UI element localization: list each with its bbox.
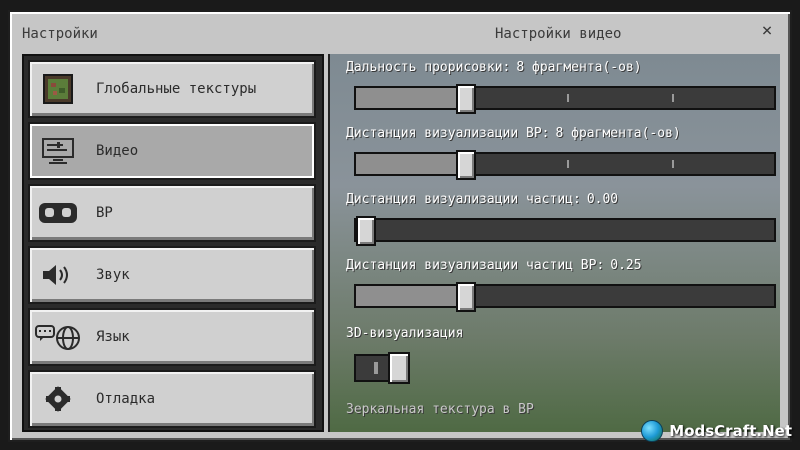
- watermark-text: ModsCraft.Net: [669, 422, 792, 440]
- gear-icon: [30, 371, 86, 427]
- slider-thumb[interactable]: [456, 84, 476, 114]
- render-3d-label: 3D-визуализация: [346, 326, 464, 341]
- sidebar-item-global-textures[interactable]: Глобальные текстуры: [28, 60, 316, 118]
- vr-render-distance-label: Дистанция визуализации ВР: 8 фрагмента(-о…: [346, 126, 681, 141]
- vr-particle-distance-label: Дистанция визуализации частиц ВР: 0.25: [346, 258, 642, 273]
- toggle-indicator: [374, 362, 378, 374]
- render-distance-label: Дальность прорисовки: 8 фрагмента(-ов): [346, 60, 642, 75]
- vr-particle-distance-slider[interactable]: [354, 282, 776, 312]
- globe-logo-icon: [641, 420, 664, 442]
- render-distance-title: Дальность прорисовки:: [346, 60, 511, 75]
- slider-tick: [567, 94, 569, 102]
- vr-render-distance-value: 8 фрагмента(-ов): [555, 126, 681, 141]
- render-distance-value: 8 фрагмента(-ов): [516, 60, 642, 75]
- sidebar-item-label: Отладка: [96, 391, 156, 407]
- sidebar-item-label: ВР: [96, 205, 113, 221]
- video-settings-title: Настройки видео: [495, 26, 622, 42]
- sidebar-item-label: Видео: [96, 143, 139, 159]
- mirror-texture-label: Зеркальная текстура в ВР: [346, 402, 534, 417]
- vr-particle-distance-title: Дистанция визуализации частиц ВР:: [346, 258, 605, 273]
- vr-goggles-icon: [30, 185, 86, 241]
- sidebar-item-label: Звук: [96, 267, 130, 283]
- slider-tick: [672, 160, 674, 168]
- particle-distance-slider[interactable]: [354, 216, 776, 246]
- watermark: ModsCraft.Net: [641, 420, 792, 442]
- sidebar-item-video[interactable]: Видео: [28, 122, 316, 180]
- slider-fill: [356, 286, 466, 306]
- toggle-knob[interactable]: [388, 352, 410, 384]
- slider-thumb[interactable]: [456, 150, 476, 180]
- video-settings-panel: Дальность прорисовки: 8 фрагмента(-ов) Ди…: [328, 54, 780, 432]
- sidebar-item-label: Глобальные текстуры: [96, 81, 257, 97]
- particle-distance-title: Дистанция визуализации частиц:: [346, 192, 581, 207]
- sidebar-item-vr[interactable]: ВР: [28, 184, 316, 242]
- sidebar-item-sound[interactable]: Звук: [28, 246, 316, 304]
- vr-render-distance-title: Дистанция визуализации ВР:: [346, 126, 550, 141]
- texture-pack-icon: [30, 61, 86, 117]
- language-globe-icon: [30, 309, 86, 365]
- close-button[interactable]: ×: [758, 22, 776, 40]
- sidebar-item-language[interactable]: Язык: [28, 308, 316, 366]
- monitor-settings-icon: [30, 123, 86, 179]
- render-3d-toggle[interactable]: [354, 352, 410, 384]
- slider-thumb[interactable]: [456, 282, 476, 312]
- vr-particle-distance-value: 0.25: [610, 258, 642, 273]
- slider-fill: [356, 88, 466, 108]
- slider-fill: [356, 154, 466, 174]
- slider-tick: [567, 160, 569, 168]
- settings-sidebar: Глобальные текстуры Видео ВР Звук Язык О…: [22, 54, 324, 432]
- render-distance-slider[interactable]: [354, 84, 776, 114]
- sidebar-item-debug[interactable]: Отладка: [28, 370, 316, 428]
- particle-distance-label: Дистанция визуализации частиц: 0.00: [346, 192, 618, 207]
- settings-title: Настройки: [22, 26, 98, 42]
- vr-render-distance-slider[interactable]: [354, 150, 776, 180]
- slider-thumb[interactable]: [356, 216, 376, 246]
- slider-tick: [672, 94, 674, 102]
- particle-distance-value: 0.00: [586, 192, 619, 207]
- settings-window: Настройки Настройки видео × Глобальные т…: [8, 10, 792, 442]
- sidebar-item-label: Язык: [96, 329, 130, 345]
- speaker-icon: [30, 247, 86, 303]
